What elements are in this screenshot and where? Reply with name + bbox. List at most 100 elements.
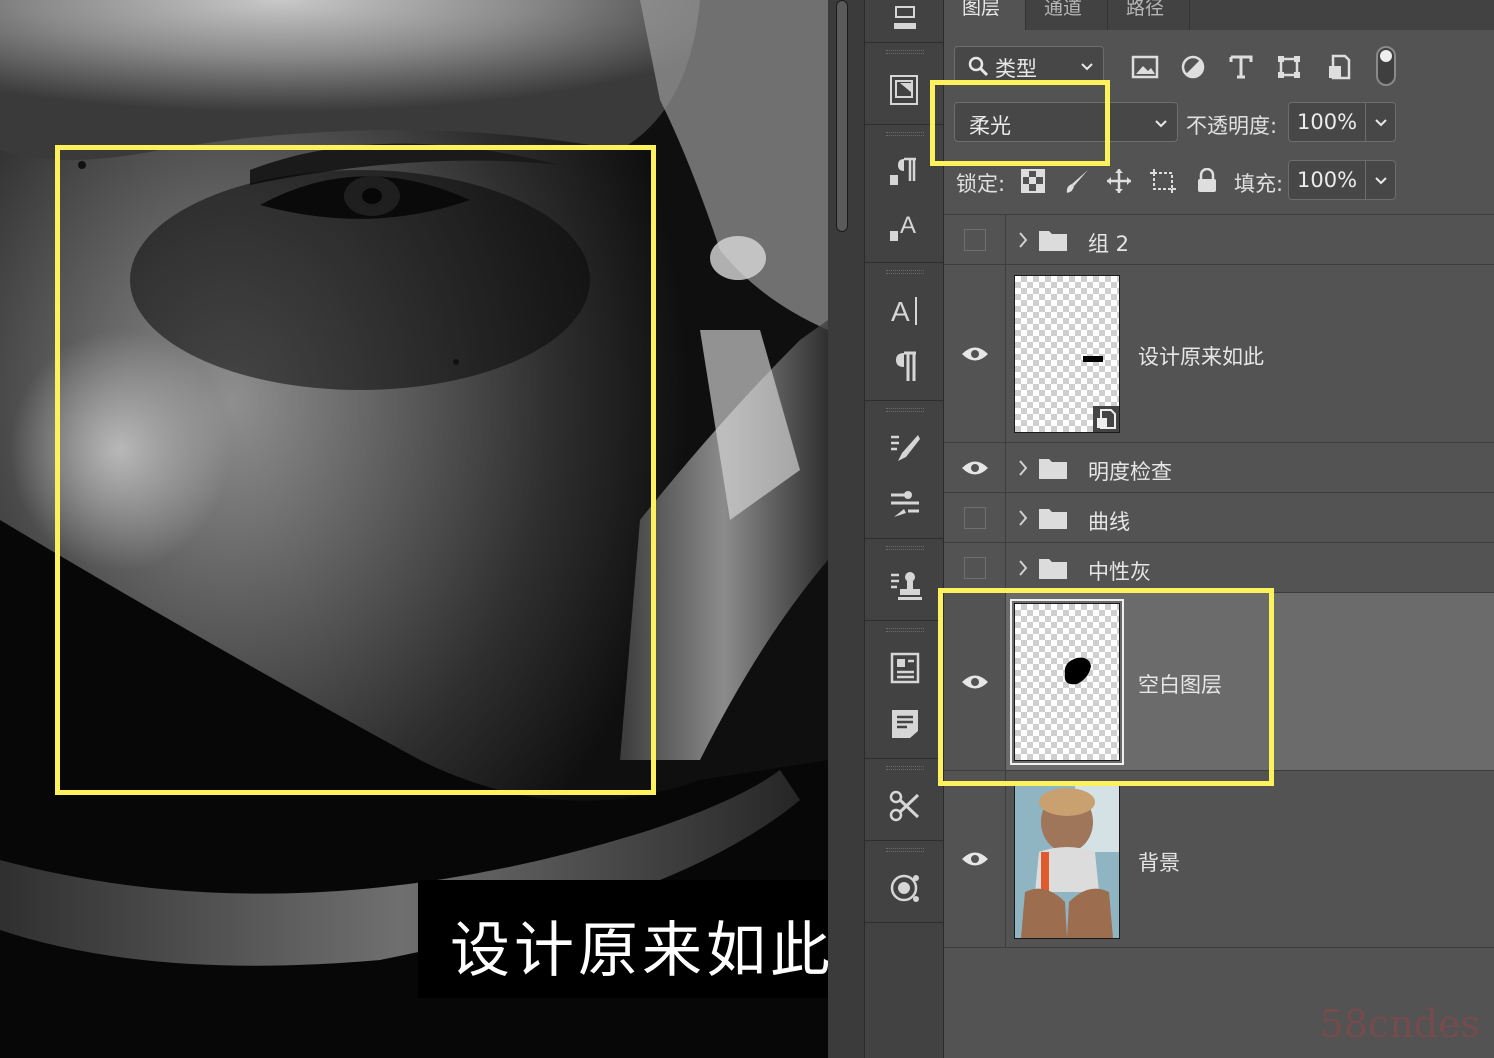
folder-icon [1039, 231, 1067, 251]
chevron-down-icon [1374, 177, 1387, 185]
canvas-scrollbar[interactable] [828, 0, 864, 1058]
folder-icon [1039, 509, 1067, 529]
fill-dropdown[interactable] [1366, 160, 1396, 200]
smart-object-filter-icon[interactable] [1324, 52, 1354, 82]
thumbnail-content [1083, 356, 1103, 362]
lock-artboard-icon[interactable] [1148, 166, 1178, 196]
chevron-down-icon [1079, 55, 1095, 79]
lock-row: 锁定: 填充: 100% [944, 158, 1494, 206]
watermark: 58cndes [1319, 1002, 1480, 1046]
layer-thumbnail[interactable] [1014, 781, 1120, 939]
chevron-right-icon[interactable] [1016, 457, 1030, 479]
paragraph-panel-icon[interactable] [885, 346, 925, 386]
layer-name: 空白图层 [1138, 673, 1222, 697]
layer-row-neutral-gray[interactable]: 中性灰 [944, 542, 1494, 592]
layer-name: 组 2 [1088, 232, 1130, 256]
character-style-icon[interactable]: A [885, 208, 925, 248]
filter-toggle[interactable] [1376, 46, 1396, 86]
fill-input[interactable]: 100% [1288, 160, 1366, 200]
layer-name: 曲线 [1088, 510, 1130, 534]
shape-filter-icon[interactable] [1274, 52, 1304, 82]
layer-row-curves[interactable]: 曲线 [944, 492, 1494, 542]
layer-filter-row: 类型 [944, 40, 1494, 90]
fill-label: 填充: [1234, 172, 1284, 196]
chevron-right-icon[interactable] [1016, 557, 1030, 579]
type-filter-icon[interactable] [1226, 52, 1256, 82]
layer-thumbnail[interactable] [1010, 599, 1124, 765]
panel-dock-strip: A A [864, 0, 945, 1058]
lock-all-icon[interactable] [1192, 166, 1222, 196]
clone-source-icon[interactable] [885, 566, 925, 606]
layer-thumbnail[interactable] [1014, 275, 1120, 433]
tab-layers[interactable]: 图层 [944, 0, 1026, 30]
lock-image-pixels-icon[interactable] [1062, 166, 1092, 196]
filter-kind-label: 类型 [995, 57, 1037, 81]
folder-icon [1039, 559, 1067, 579]
thumbnail-content [1064, 657, 1091, 685]
tool-presets-icon[interactable] [885, 786, 925, 826]
modifier-keys-icon[interactable] [885, 868, 925, 908]
info-panel-icon[interactable] [885, 648, 925, 688]
document-canvas[interactable]: 设计原来如此 [0, 0, 828, 1058]
tab-paths[interactable]: 路径 [1108, 0, 1190, 30]
visibility-off-box [963, 506, 986, 529]
layer-row-luminance-check[interactable]: 明度检查 [944, 442, 1494, 492]
notes-icon[interactable] [885, 704, 925, 744]
opacity-dropdown[interactable] [1366, 102, 1396, 142]
adjustment-filter-icon[interactable] [1178, 52, 1208, 82]
chevron-right-icon[interactable] [1016, 507, 1030, 529]
visibility-off-box [963, 228, 986, 251]
blend-mode-value: 柔光 [969, 114, 1011, 138]
visibility-toggle[interactable] [944, 593, 1006, 770]
eye-icon [961, 675, 988, 688]
scrollbar-thumb[interactable] [836, 0, 848, 232]
chevron-down-icon [1153, 112, 1169, 136]
layer-row-text-smart-object[interactable]: 设计原来如此 [944, 264, 1494, 442]
3d-icon[interactable] [885, 0, 925, 40]
layers-panel: 图层 通道 路径 类型 柔光 不透明度: 100% 锁定: 填充: 100% 组… [930, 0, 1494, 1058]
caption-text-box: 设计原来如此 [418, 880, 828, 998]
eye-icon [961, 852, 988, 866]
opacity-label: 不透明度: [1186, 114, 1278, 138]
svg-text:A: A [900, 212, 916, 239]
visibility-toggle[interactable] [944, 771, 1006, 947]
chevron-down-icon [1374, 119, 1387, 127]
panel-tabs: 图层 通道 路径 [944, 0, 1494, 30]
blend-row: 柔光 不透明度: 100% [944, 100, 1494, 148]
eye-icon [961, 461, 988, 474]
folder-icon [1039, 459, 1067, 479]
eye-icon [961, 347, 988, 360]
smart-object-badge-icon [1093, 406, 1119, 432]
brush-settings-icon[interactable] [885, 428, 925, 468]
layer-row-blank-layer[interactable]: 空白图层 [944, 592, 1494, 770]
filter-kind-select[interactable]: 类型 [954, 46, 1104, 84]
visibility-toggle[interactable] [944, 443, 1006, 492]
lock-label: 锁定: [956, 172, 1006, 196]
brush-presets-icon[interactable] [885, 484, 925, 524]
layer-name: 背景 [1138, 851, 1180, 875]
paragraph-style-icon[interactable] [885, 152, 925, 192]
visibility-toggle[interactable] [944, 493, 1006, 542]
layer-name: 设计原来如此 [1138, 345, 1264, 369]
visibility-toggle[interactable] [944, 215, 1006, 264]
svg-text:A: A [891, 296, 910, 327]
lock-transparent-pixels-icon[interactable] [1018, 166, 1048, 196]
layer-name: 中性灰 [1088, 560, 1151, 584]
image-filter-icon[interactable] [1130, 52, 1160, 82]
visibility-off-box [963, 556, 986, 579]
tab-channels[interactable]: 通道 [1026, 0, 1108, 30]
artboard-icon[interactable] [885, 70, 925, 110]
layer-row-background[interactable]: 背景 [944, 770, 1494, 948]
chevron-right-icon[interactable] [1016, 229, 1030, 251]
layer-name: 明度检查 [1088, 460, 1172, 484]
lock-position-icon[interactable] [1104, 166, 1134, 196]
visibility-toggle[interactable] [944, 543, 1006, 592]
search-icon [967, 55, 989, 82]
caption-text: 设计原来如此 [450, 916, 828, 986]
opacity-input[interactable]: 100% [1288, 102, 1366, 142]
background-photo-thumbnail [1015, 782, 1119, 938]
blend-mode-select[interactable]: 柔光 [954, 102, 1178, 142]
character-panel-icon[interactable]: A [885, 290, 925, 330]
visibility-toggle[interactable] [944, 265, 1006, 442]
layer-row-group2[interactable]: 组 2 [944, 214, 1494, 264]
